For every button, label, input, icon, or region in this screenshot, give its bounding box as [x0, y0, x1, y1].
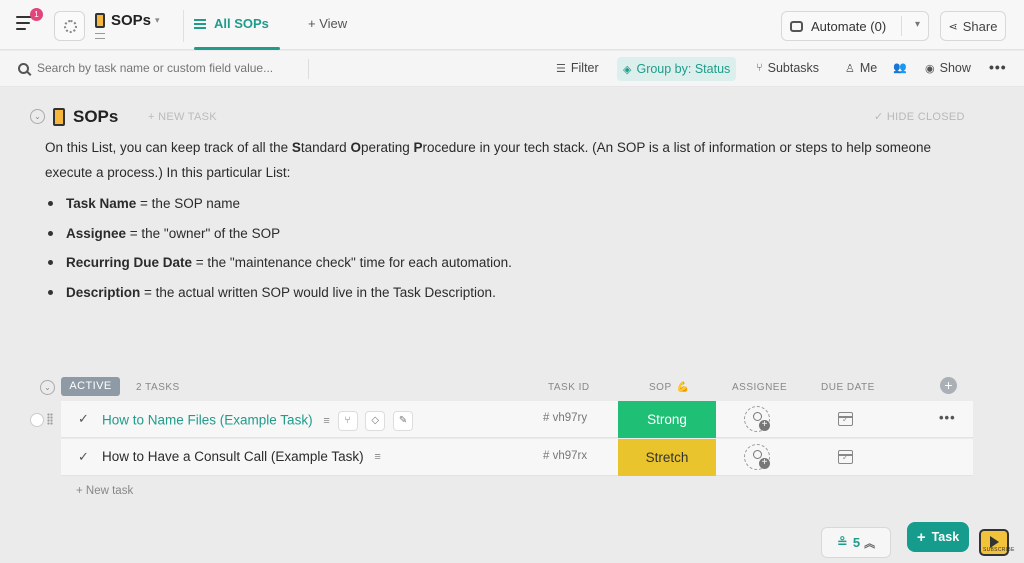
check-icon[interactable]: ✓ [78, 411, 89, 427]
search-box[interactable] [18, 61, 307, 75]
new-task-link[interactable]: + NEW TASK [148, 111, 217, 123]
drag-handle-icon[interactable] [47, 413, 53, 425]
tasks-tray-button[interactable]: ≗ 5 ︽ [821, 527, 891, 558]
list-view-icon [194, 18, 206, 29]
chevron-down-icon: ▾ [155, 14, 160, 25]
layers-icon: ◈ [623, 63, 632, 76]
status-badge[interactable]: ACTIVE [61, 377, 120, 396]
me-label: Me [859, 61, 878, 75]
subtasks-label: Subtasks [767, 61, 820, 75]
description-icon: ≡ [374, 451, 381, 464]
phone-icon [95, 12, 105, 28]
plus-icon: + [916, 528, 926, 546]
chevron-down-icon[interactable]: ▾ [915, 19, 920, 30]
more-options-icon[interactable]: ••• [939, 410, 956, 425]
list-heading: SOPs [53, 107, 118, 127]
task-name[interactable]: How to Name Files (Example Task) ≡ ⑂ ◇ ✎ [102, 411, 414, 431]
group-by-button[interactable]: ◈ Group by: Status [617, 57, 737, 81]
phone-icon [53, 108, 65, 126]
add-task-button[interactable]: + Task [907, 522, 969, 552]
description-bullets: Task Name = the SOP name Assignee = the … [48, 189, 848, 307]
share-icon: ⋖ [948, 20, 958, 33]
filter-button[interactable]: ☰ Filter [556, 61, 599, 75]
list-title-button[interactable]: SOPs ▾ [95, 10, 160, 30]
flexed-biceps-icon: 💪 [676, 382, 690, 393]
add-assignee-icon[interactable] [744, 406, 770, 432]
filter-icon: ☰ [556, 62, 566, 75]
filter-label: Filter [570, 61, 599, 75]
robot-icon [790, 20, 803, 32]
task-id[interactable]: # vh97rx [543, 450, 587, 462]
search-icon [18, 62, 29, 74]
show-button[interactable]: ◉ Show [925, 61, 971, 75]
active-tab-indicator [194, 47, 280, 50]
add-task-label: Task [931, 530, 960, 544]
hide-closed-toggle[interactable]: ✓ HIDE CLOSED [874, 110, 965, 123]
tab-all-sops[interactable]: All SOPs [194, 16, 269, 31]
group-by-label: Group by: Status [636, 62, 731, 76]
column-header-sop[interactable]: SOP 💪 [649, 382, 690, 393]
list-description: On this List, you can keep track of all … [45, 140, 932, 180]
channel-label: SUBSCRIBE [983, 547, 1015, 553]
list-item: Recurring Due Date = the "maintenance ch… [48, 248, 848, 278]
automate-label: Automate (0) [811, 18, 887, 34]
column-header-due-date[interactable]: DUE DATE [821, 382, 875, 393]
task-id[interactable]: # vh97ry [543, 412, 587, 424]
search-input[interactable] [37, 61, 307, 75]
divider [308, 59, 309, 79]
column-header-task-id[interactable]: TASK ID [548, 382, 590, 393]
add-view-button[interactable]: + View [308, 16, 347, 31]
list-item: Assignee = the "owner" of the SOP [48, 219, 848, 249]
collapse-group-icon[interactable]: ⌄ [40, 380, 55, 395]
column-header-assignee[interactable]: ASSIGNEE [732, 382, 787, 393]
edit-icon[interactable]: ✎ [393, 411, 414, 431]
sop-dropdown[interactable]: Stretch [618, 439, 716, 476]
toolbar: ☰ Filter ◈ Group by: Status ⑂ Subtasks ♙… [0, 51, 1024, 87]
calendar-icon[interactable] [838, 412, 853, 426]
channel-logo-icon: SUBSCRIBE [979, 529, 1014, 556]
add-assignee-icon[interactable] [744, 444, 770, 470]
divider [901, 16, 902, 36]
users-icon: 👥 [893, 62, 907, 74]
chevrons-up-icon: ︽ [864, 537, 876, 550]
description-icon: ≡ [323, 415, 330, 427]
collapse-list-icon[interactable]: ⌄ [30, 109, 45, 124]
eye-icon: ◉ [925, 62, 935, 75]
tab-all-sops-label: All SOPs [214, 16, 269, 31]
tray-count: 5 [852, 535, 861, 550]
more-options-icon[interactable]: ••• [989, 59, 1007, 75]
subtasks-icon: ⑂ [756, 62, 763, 74]
tag-icon[interactable]: ◇ [365, 411, 386, 431]
sop-dropdown[interactable]: Strong [618, 401, 716, 438]
table-row[interactable]: ✓ How to Name Files (Example Task) ≡ ⑂ ◇… [61, 401, 973, 438]
automate-button[interactable]: Automate (0) ▾ [781, 11, 929, 41]
top-bar: 1 SOPs ▾ All SOPs + View Automate (0) ▾ … [0, 0, 1024, 50]
select-task-checkbox[interactable] [30, 413, 44, 427]
add-column-button[interactable]: + [940, 377, 957, 394]
new-task-button[interactable]: + New task [76, 485, 133, 497]
show-label: Show [939, 61, 971, 75]
add-subtask-icon[interactable]: ⑂ [337, 411, 358, 431]
share-label: Share [962, 18, 998, 34]
me-button[interactable]: ♙ Me [845, 61, 877, 75]
space-icon[interactable] [54, 11, 85, 41]
notification-badge: 1 [30, 8, 43, 21]
divider [183, 10, 184, 42]
share-button[interactable]: ⋖ Share [940, 11, 1006, 41]
assignees-button[interactable]: 👥 [893, 61, 912, 74]
subtasks-button[interactable]: ⑂ Subtasks [756, 61, 819, 75]
task-name[interactable]: How to Have a Consult Call (Example Task… [102, 449, 381, 464]
description-icon[interactable] [95, 33, 105, 39]
list-title-text: SOPs [111, 11, 152, 29]
list-heading-text: SOPs [73, 107, 119, 126]
user-icon: ♙ [845, 62, 855, 75]
list-item: Task Name = the SOP name [48, 189, 848, 219]
list-content: ⌄ SOPs + NEW TASK ✓ HIDE CLOSED On this … [0, 88, 1024, 563]
tray-icon: ≗ [836, 534, 848, 550]
list-item: Description = the actual written SOP wou… [48, 278, 848, 308]
task-count: 2 TASKS [136, 382, 180, 393]
table-row[interactable]: ✓ How to Have a Consult Call (Example Ta… [61, 439, 973, 476]
calendar-icon[interactable] [838, 450, 853, 464]
check-icon[interactable]: ✓ [78, 449, 89, 465]
